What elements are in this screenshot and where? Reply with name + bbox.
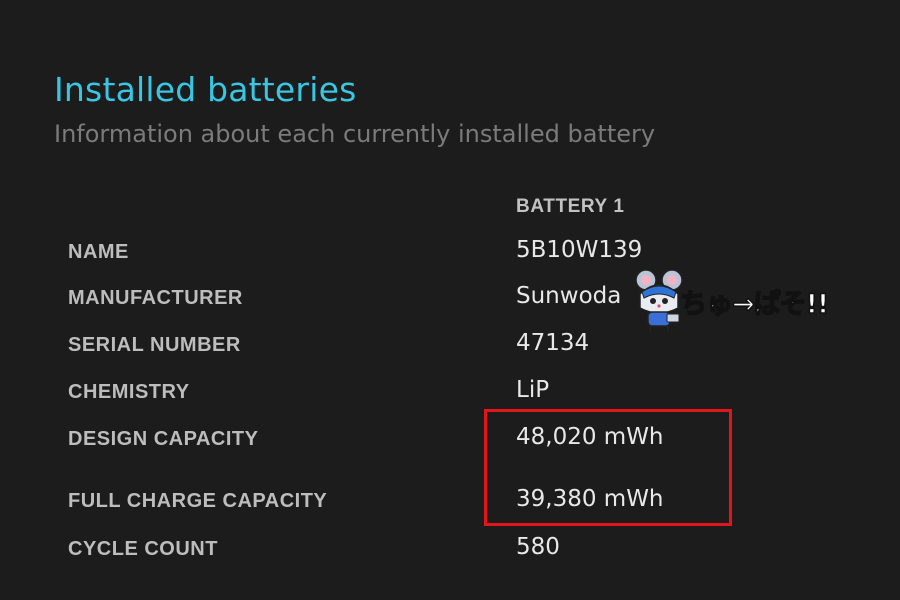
row-label-full-charge-capacity: FULL CHARGE CAPACITY bbox=[68, 490, 328, 512]
page-subtitle: Information about each currently install… bbox=[54, 120, 656, 148]
row-label-design-capacity: DESIGN CAPACITY bbox=[68, 428, 259, 450]
row-label-name: NAME bbox=[68, 241, 129, 263]
row-value-cycle-count: 580 bbox=[516, 534, 560, 560]
watermark-text: ちゅ→ぱそ!! bbox=[679, 288, 830, 321]
site-watermark: ちゅ→ぱそ!! bbox=[634, 268, 869, 332]
row-value-name: 5B10W139 bbox=[516, 237, 643, 263]
row-label-serial-number: SERIAL NUMBER bbox=[68, 334, 241, 356]
mouse-mascot-icon bbox=[635, 269, 683, 331]
row-value-manufacturer: Sunwoda bbox=[516, 283, 622, 309]
row-label-chemistry: CHEMISTRY bbox=[68, 381, 190, 403]
capacity-highlight-box bbox=[484, 409, 732, 526]
row-value-serial-number: 47134 bbox=[516, 330, 590, 356]
page-title: Installed batteries bbox=[54, 70, 357, 109]
battery-column-header: BATTERY 1 bbox=[516, 196, 625, 217]
row-value-chemistry: LiP bbox=[516, 377, 550, 403]
row-label-manufacturer: MANUFACTURER bbox=[68, 287, 243, 309]
row-label-cycle-count: CYCLE COUNT bbox=[68, 538, 218, 560]
